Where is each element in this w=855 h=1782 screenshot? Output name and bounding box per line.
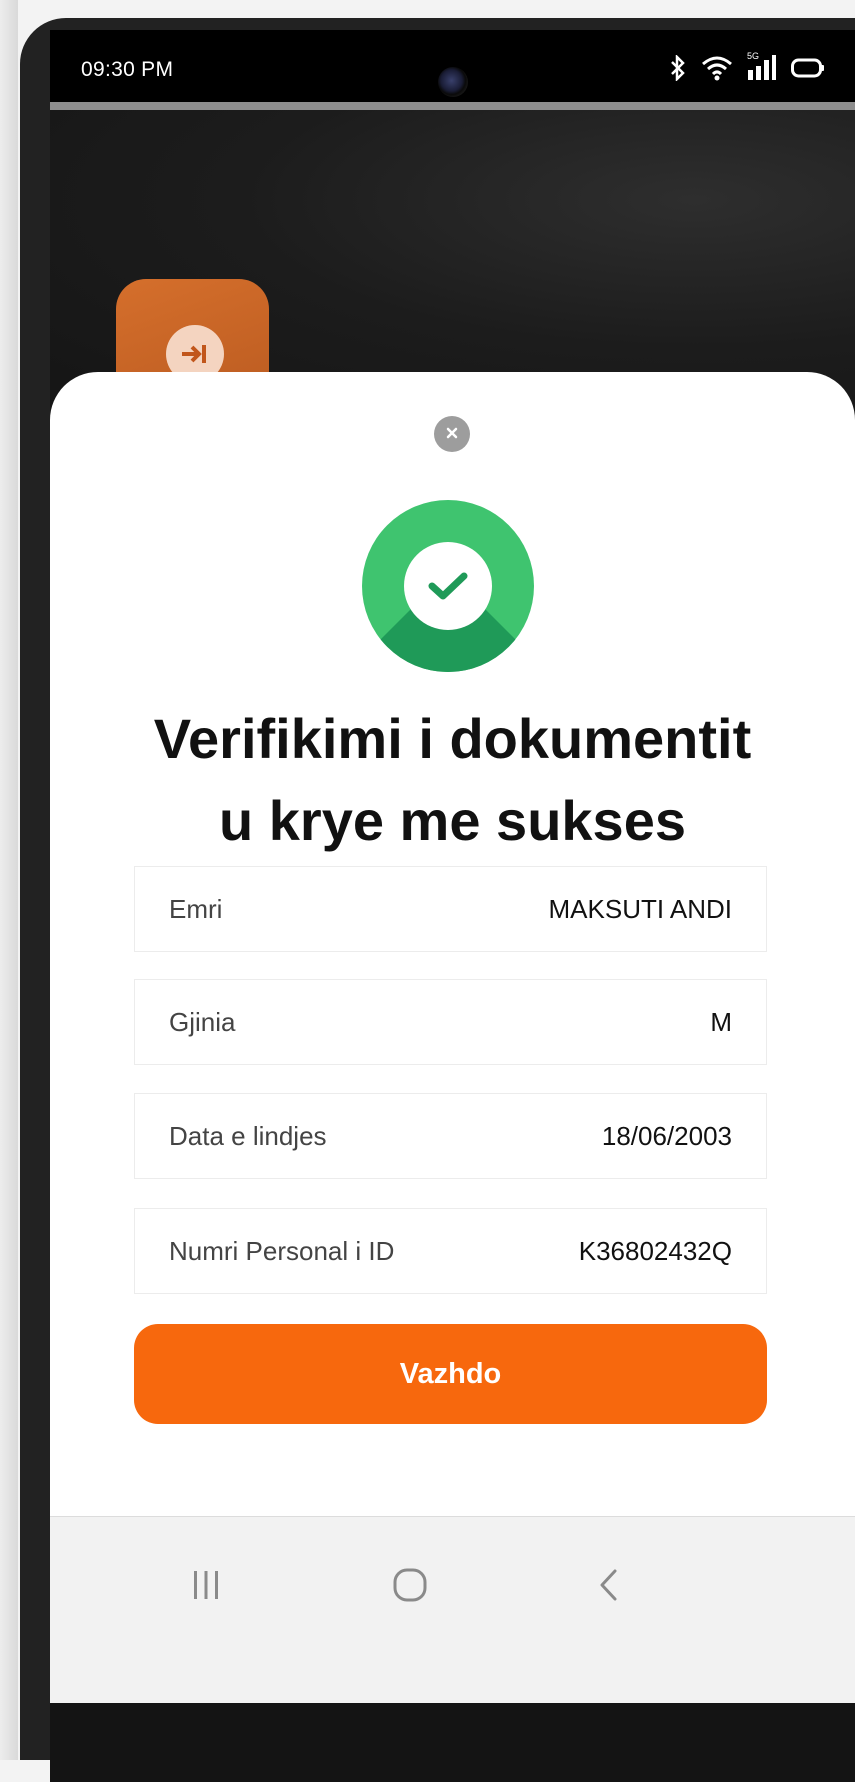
5g-signal-icon: 5G xyxy=(747,51,777,87)
recent-apps-icon xyxy=(191,1568,221,1607)
phone-screen: 09:30 PM 5G Verifikimi i dokumentit u kr… xyxy=(50,30,855,1782)
success-title: Verifikimi i dokumentit u krye me sukses xyxy=(90,698,815,862)
field-value: M xyxy=(710,1006,732,1037)
success-sheet: Verifikimi i dokumentit u krye me sukses… xyxy=(50,372,855,1702)
status-time: 09:30 PM xyxy=(81,58,174,81)
continue-button[interactable]: Vazhdo xyxy=(134,1324,767,1424)
field-row-id-number: Numri Personal i ID K36802432Q xyxy=(134,1208,767,1294)
field-label: Gjinia xyxy=(169,1006,236,1037)
home-button[interactable] xyxy=(380,1557,440,1617)
field-row-birthdate: Data e lindjes 18/06/2003 xyxy=(134,1093,767,1179)
battery-icon xyxy=(791,57,825,84)
success-check-icon xyxy=(362,500,534,672)
front-camera xyxy=(438,67,468,97)
back-button[interactable] xyxy=(579,1557,639,1617)
field-label: Numri Personal i ID xyxy=(169,1235,395,1266)
status-bar: 09:30 PM 5G xyxy=(50,30,855,102)
device-edge xyxy=(0,0,18,1760)
field-row-gender: Gjinia M xyxy=(134,979,767,1065)
field-value: MAKSUTI ANDI xyxy=(548,893,732,924)
field-row-name: Emri MAKSUTI ANDI xyxy=(134,866,767,952)
field-label: Data e lindjes xyxy=(169,1120,327,1151)
close-button[interactable] xyxy=(434,416,470,452)
bluetooth-icon xyxy=(669,53,687,86)
recent-apps-button[interactable] xyxy=(176,1557,236,1617)
wifi-icon xyxy=(701,55,733,86)
success-title-line1: Verifikimi i dokumentit xyxy=(153,707,752,770)
home-icon xyxy=(392,1567,428,1608)
success-title-line2: u krye me sukses xyxy=(219,789,686,852)
system-nav-bar xyxy=(50,1516,855,1703)
status-icons: 5G xyxy=(669,51,825,87)
loading-bar xyxy=(50,102,855,110)
field-label: Emri xyxy=(169,893,223,924)
check-badge xyxy=(404,542,492,630)
network-label: 5G xyxy=(747,51,760,61)
close-icon xyxy=(445,424,459,444)
back-icon xyxy=(597,1567,621,1608)
field-value: K36802432Q xyxy=(578,1235,732,1266)
field-value: 18/06/2003 xyxy=(601,1120,732,1151)
